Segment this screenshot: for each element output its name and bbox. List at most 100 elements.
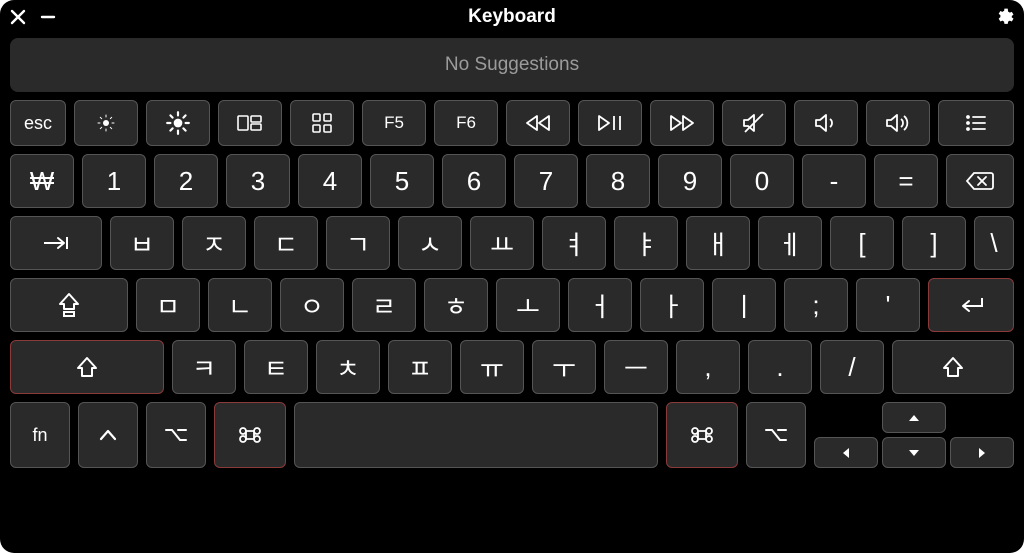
key-play-pause[interactable]: [578, 100, 642, 146]
key-e[interactable]: ㄷ: [254, 216, 318, 270]
key-menu[interactable]: [938, 100, 1014, 146]
arrow-cluster: [814, 402, 1014, 468]
key-option-right[interactable]: [746, 402, 806, 468]
brightness-up-icon: [165, 110, 191, 136]
key-brightness-up[interactable]: [146, 100, 210, 146]
key-w[interactable]: ㅈ: [182, 216, 246, 270]
mission-control-icon: [237, 113, 263, 133]
key-mute[interactable]: [722, 100, 786, 146]
key-6[interactable]: 6: [442, 154, 506, 208]
key-fn[interactable]: fn: [10, 402, 70, 468]
key-arrow-left[interactable]: [814, 437, 878, 468]
key-7[interactable]: 7: [514, 154, 578, 208]
key-8[interactable]: 8: [586, 154, 650, 208]
key-d[interactable]: ㅇ: [280, 278, 344, 332]
key-arrow-up[interactable]: [882, 402, 946, 433]
key-rewind[interactable]: [506, 100, 570, 146]
key-backslash[interactable]: \: [974, 216, 1014, 270]
keyboard-grid: esc F5 F6: [0, 100, 1024, 478]
key-2[interactable]: 2: [154, 154, 218, 208]
key-9[interactable]: 9: [658, 154, 722, 208]
minimize-icon: [40, 9, 56, 25]
key-volume-down[interactable]: [794, 100, 858, 146]
key-command-left[interactable]: [214, 402, 286, 468]
key-brightness-down[interactable]: [74, 100, 138, 146]
key-1[interactable]: 1: [82, 154, 146, 208]
key-p[interactable]: ㅔ: [758, 216, 822, 270]
key-period[interactable]: .: [748, 340, 812, 394]
window-controls: [10, 9, 56, 25]
gear-icon: [994, 7, 1014, 27]
key-arrow-right[interactable]: [950, 437, 1014, 468]
key-q[interactable]: ㅂ: [110, 216, 174, 270]
key-command-right[interactable]: [666, 402, 738, 468]
suggestions-text: No Suggestions: [445, 54, 579, 76]
key-4[interactable]: 4: [298, 154, 362, 208]
key-volume-up[interactable]: [866, 100, 930, 146]
key-mission-control[interactable]: [218, 100, 282, 146]
key-minus[interactable]: -: [802, 154, 866, 208]
key-launchpad[interactable]: [290, 100, 354, 146]
mute-icon: [741, 112, 767, 134]
key-y[interactable]: ㅛ: [470, 216, 534, 270]
key-shift-left[interactable]: [10, 340, 164, 394]
key-j[interactable]: ㅓ: [568, 278, 632, 332]
key-equals[interactable]: =: [874, 154, 938, 208]
backspace-icon: [965, 170, 995, 192]
key-won[interactable]: ₩: [10, 154, 74, 208]
row-q: ㅂ ㅈ ㄷ ㄱ ㅅ ㅛ ㅕ ㅑ ㅐ ㅔ [ ] \: [10, 216, 1014, 270]
key-g[interactable]: ㅎ: [424, 278, 488, 332]
key-shift-right[interactable]: [892, 340, 1014, 394]
launchpad-icon: [310, 111, 334, 135]
key-a[interactable]: ㅁ: [136, 278, 200, 332]
key-option-left[interactable]: [146, 402, 206, 468]
key-space[interactable]: [294, 402, 658, 468]
key-bracket-left[interactable]: [: [830, 216, 894, 270]
key-control[interactable]: [78, 402, 138, 468]
key-backspace[interactable]: [946, 154, 1014, 208]
key-h[interactable]: ㅗ: [496, 278, 560, 332]
key-t[interactable]: ㅅ: [398, 216, 462, 270]
key-bracket-right[interactable]: ]: [902, 216, 966, 270]
key-semicolon[interactable]: ;: [784, 278, 848, 332]
key-m[interactable]: ㅡ: [604, 340, 668, 394]
key-b[interactable]: ㅠ: [460, 340, 524, 394]
key-f5[interactable]: F5: [362, 100, 426, 146]
key-s[interactable]: ㄴ: [208, 278, 272, 332]
key-k[interactable]: ㅏ: [640, 278, 704, 332]
key-f6[interactable]: F6: [434, 100, 498, 146]
key-comma[interactable]: ,: [676, 340, 740, 394]
key-slash[interactable]: /: [820, 340, 884, 394]
close-button[interactable]: [10, 9, 26, 25]
tab-icon: [41, 234, 71, 252]
key-tab[interactable]: [10, 216, 102, 270]
key-0[interactable]: 0: [730, 154, 794, 208]
settings-button[interactable]: [994, 7, 1014, 27]
arrow-up-icon: [908, 413, 920, 423]
key-3[interactable]: 3: [226, 154, 290, 208]
play-pause-icon: [596, 113, 624, 133]
key-i[interactable]: ㅑ: [614, 216, 678, 270]
key-x[interactable]: ㅌ: [244, 340, 308, 394]
command-icon: [238, 423, 262, 447]
key-caps-lock[interactable]: [10, 278, 128, 332]
key-z[interactable]: ㅋ: [172, 340, 236, 394]
key-f[interactable]: ㄹ: [352, 278, 416, 332]
key-v[interactable]: ㅍ: [388, 340, 452, 394]
key-quote[interactable]: ': [856, 278, 920, 332]
key-n[interactable]: ㅜ: [532, 340, 596, 394]
key-return[interactable]: [928, 278, 1014, 332]
key-c[interactable]: ㅊ: [316, 340, 380, 394]
key-u[interactable]: ㅕ: [542, 216, 606, 270]
key-l[interactable]: ㅣ: [712, 278, 776, 332]
key-esc[interactable]: esc: [10, 100, 66, 146]
minimize-button[interactable]: [40, 9, 56, 25]
key-5[interactable]: 5: [370, 154, 434, 208]
option-icon: [764, 427, 788, 443]
suggestions-bar[interactable]: No Suggestions: [10, 38, 1014, 92]
row-a: ㅁ ㄴ ㅇ ㄹ ㅎ ㅗ ㅓ ㅏ ㅣ ; ': [10, 278, 1014, 332]
key-fast-forward[interactable]: [650, 100, 714, 146]
key-arrow-down[interactable]: [882, 437, 946, 468]
key-o[interactable]: ㅐ: [686, 216, 750, 270]
key-r[interactable]: ㄱ: [326, 216, 390, 270]
